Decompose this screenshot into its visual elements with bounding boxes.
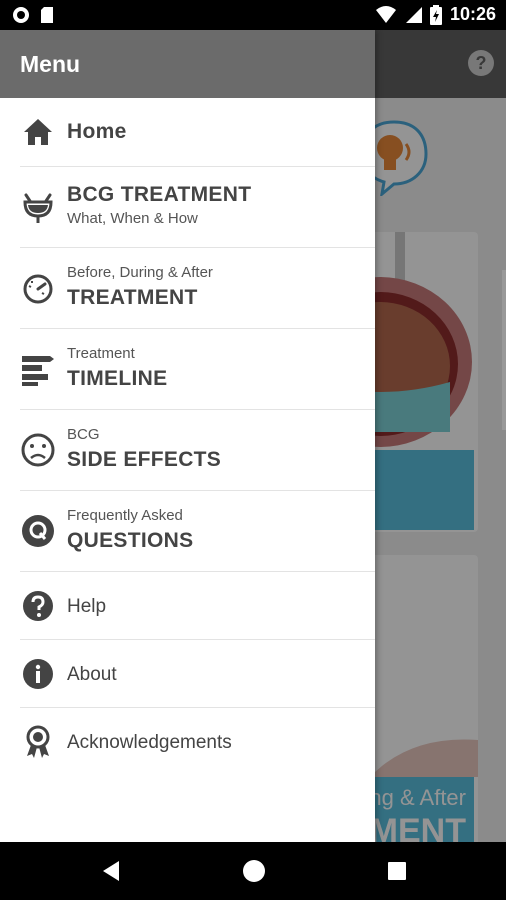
status-time: 10:26	[449, 4, 496, 24]
menu-item-side-effects[interactable]: BCG SIDE EFFECTS	[0, 410, 375, 490]
menu-item-prelabel: Frequently Asked	[67, 507, 183, 524]
menu-item-label: About	[67, 664, 117, 685]
back-icon[interactable]	[99, 858, 125, 884]
menu-item-acknowledgements[interactable]: Acknowledgements	[0, 708, 375, 775]
timer-icon	[23, 274, 53, 304]
bladder-icon	[23, 193, 53, 223]
menu-item-label: Help	[67, 596, 107, 617]
menu-item-help[interactable]: Help	[0, 572, 375, 639]
menu-item-timeline[interactable]: Treatment TIMELINE	[0, 329, 375, 409]
menu-item-prelabel: Treatment	[67, 345, 135, 362]
award-icon	[26, 725, 50, 758]
battery-icon	[429, 4, 442, 25]
q-circle-icon	[22, 515, 54, 547]
menu-item-prelabel: Before, During & After	[67, 264, 213, 281]
menu-item-questions[interactable]: Frequently Asked QUESTIONS	[0, 491, 375, 571]
menu-item-label: SIDE EFFECTS	[67, 448, 222, 471]
drawer-title: Menu	[0, 30, 375, 98]
recents-icon[interactable]	[384, 858, 410, 884]
notification-icon	[13, 7, 29, 23]
wifi-icon	[375, 5, 396, 23]
menu-item-prelabel: BCG	[67, 426, 100, 443]
menu-item-label: TIMELINE	[67, 367, 168, 390]
menu-item-about[interactable]: About	[0, 640, 375, 707]
menu-item-label: QUESTIONS	[67, 529, 194, 552]
sd-card-icon	[41, 7, 53, 23]
signal-icon	[405, 6, 422, 23]
status-bar: 10:26	[0, 0, 506, 30]
home-button-icon[interactable]	[241, 858, 267, 884]
system-nav-bar	[0, 842, 506, 900]
info-circle-icon	[23, 659, 53, 689]
menu-item-bcg-treatment[interactable]: BCG TREATMENT What, When & How	[0, 167, 375, 247]
menu-item-label: BCG TREATMENT	[67, 183, 252, 206]
menu-item-treatment[interactable]: Before, During & After TREATMENT	[0, 248, 375, 328]
navigation-drawer: Menu Home BCG TREATMENT What, When & How…	[0, 30, 375, 842]
menu-item-label: TREATMENT	[67, 286, 198, 309]
help-circle-icon	[23, 591, 53, 621]
menu-item-home[interactable]: Home	[0, 98, 375, 166]
menu-item-label: Acknowledgements	[67, 732, 232, 753]
scrollbar[interactable]	[502, 270, 506, 430]
timeline-icon	[22, 356, 54, 386]
home-icon	[24, 119, 52, 145]
sad-face-icon	[21, 433, 55, 467]
menu-item-sublabel: What, When & How	[67, 210, 198, 227]
menu-item-label: Home	[67, 120, 127, 143]
